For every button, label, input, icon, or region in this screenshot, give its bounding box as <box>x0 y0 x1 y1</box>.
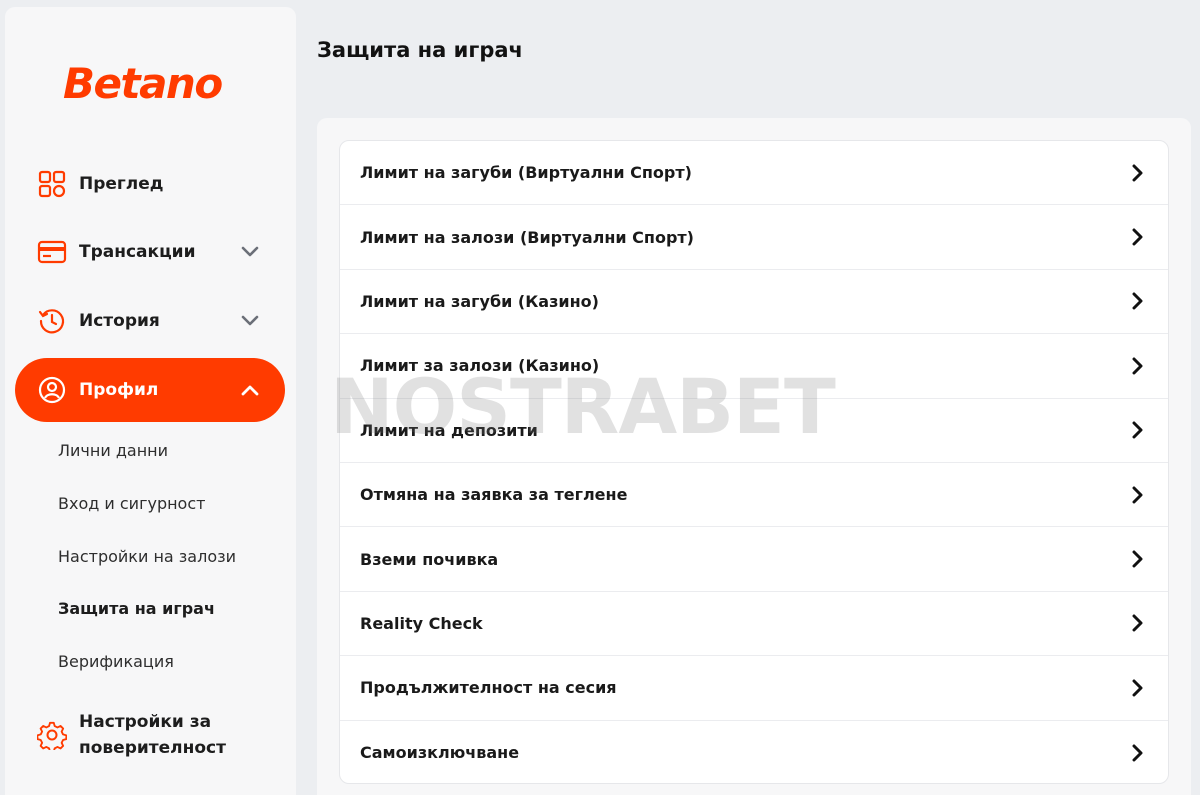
list-item[interactable]: Лимит на загуби (Виртуални Спорт) <box>340 141 1168 206</box>
list-item[interactable]: Отмяна на заявка за теглене <box>340 463 1168 528</box>
nav-item-privacy-settings[interactable]: Настройки за поверителност <box>15 700 285 770</box>
nav-item-profile[interactable]: Профил <box>15 358 285 422</box>
user-icon <box>37 375 67 405</box>
list-item-label: Вземи почивка <box>360 549 499 569</box>
list-item-label: Лимит на залози (Виртуални Спорт) <box>360 227 694 247</box>
list-item-label: Reality Check <box>360 613 483 633</box>
list-item[interactable]: Продължителност на сесия <box>340 656 1168 721</box>
sub-item-bet-settings[interactable]: Настройки на залози <box>58 547 236 566</box>
list-item[interactable]: Лимит на залози (Виртуални Спорт) <box>340 205 1168 270</box>
sub-item-personal-data[interactable]: Лични данни <box>58 441 168 460</box>
gear-icon <box>37 720 67 750</box>
chevron-down-icon[interactable] <box>239 241 261 263</box>
chevron-right-icon <box>1128 744 1146 762</box>
chevron-right-icon <box>1128 550 1146 568</box>
list-item[interactable]: Лимит за залози (Казино) <box>340 334 1168 399</box>
chevron-up-icon[interactable] <box>239 379 261 401</box>
list-item[interactable]: Самоизключване <box>340 721 1168 783</box>
betano-logo[interactable]: Betano <box>63 59 223 108</box>
list-item-label: Отмяна на заявка за теглене <box>360 485 628 505</box>
list-item[interactable]: Лимит на депозити <box>340 399 1168 463</box>
page-title: Защита на играч <box>317 38 523 62</box>
sub-item-player-protection[interactable]: Защита на играч <box>58 599 215 618</box>
card-icon <box>37 237 67 267</box>
nav-item-label: Профил <box>79 380 159 400</box>
sub-item-verification[interactable]: Верификация <box>58 652 174 671</box>
chevron-right-icon <box>1128 357 1146 375</box>
protection-options-list: Лимит на загуби (Виртуални Спорт) Лимит … <box>339 140 1169 784</box>
chevron-right-icon <box>1128 228 1146 246</box>
chevron-right-icon <box>1128 679 1146 697</box>
list-item-label: Продължителност на сесия <box>360 678 617 698</box>
chevron-right-icon <box>1128 614 1146 632</box>
grid-icon <box>37 169 67 199</box>
history-icon <box>37 306 67 336</box>
list-item[interactable]: Лимит на загуби (Казино) <box>340 270 1168 335</box>
chevron-right-icon <box>1128 292 1146 310</box>
nav-item-transactions[interactable]: Трансакции <box>15 220 285 284</box>
list-item-label: Лимит на загуби (Виртуални Спорт) <box>360 163 692 183</box>
chevron-right-icon <box>1128 164 1146 182</box>
chevron-right-icon <box>1128 486 1146 504</box>
nav-item-label: Настройки за поверителност <box>79 712 226 758</box>
list-item-label: Лимит на загуби (Казино) <box>360 291 599 311</box>
nav-item-label: История <box>79 311 160 331</box>
nav-item-label: Преглед <box>79 174 164 194</box>
list-item-label: Лимит за залози (Казино) <box>360 356 600 376</box>
chevron-down-icon[interactable] <box>239 310 261 332</box>
sidebar: Betano Преглед Трансакции История Профил… <box>5 7 296 795</box>
list-item[interactable]: Reality Check <box>340 592 1168 657</box>
list-item-label: Лимит на депозити <box>360 420 538 440</box>
sub-item-login-security[interactable]: Вход и сигурност <box>58 494 205 513</box>
nav-item-overview[interactable]: Преглед <box>15 152 285 216</box>
chevron-right-icon <box>1128 421 1146 439</box>
list-item-label: Самоизключване <box>360 743 520 763</box>
nav-item-label: Трансакции <box>79 242 196 262</box>
nav-item-history[interactable]: История <box>15 289 285 353</box>
list-item[interactable]: Вземи почивка <box>340 527 1168 592</box>
page: Betano Преглед Трансакции История Профил… <box>0 0 1200 795</box>
